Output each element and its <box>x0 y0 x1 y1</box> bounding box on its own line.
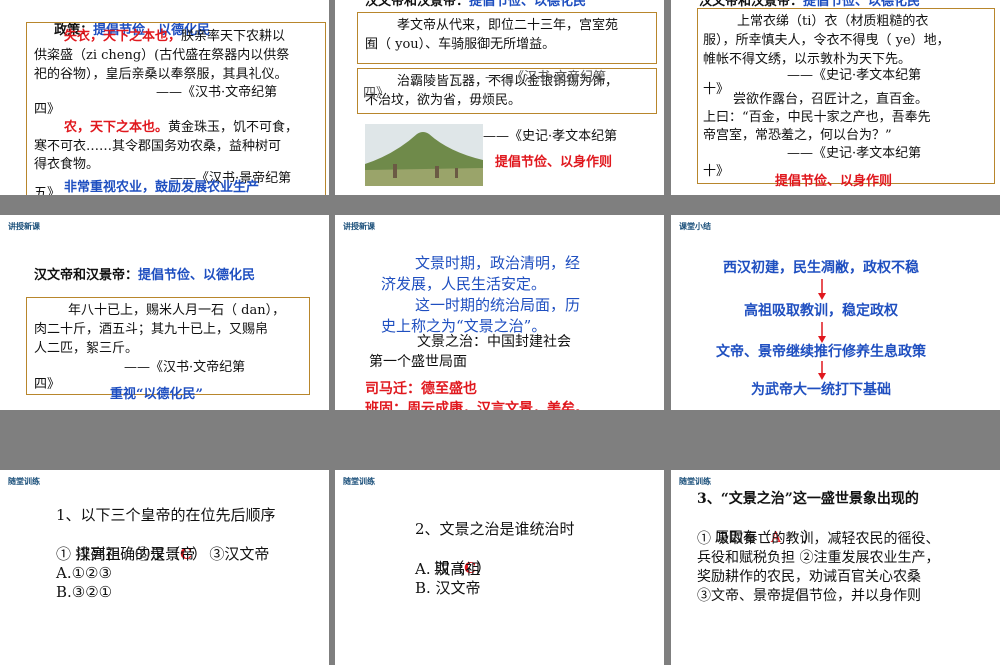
quote-line: 得衣食物。 <box>34 157 100 172</box>
source-line: 十》 <box>703 82 730 97</box>
source-line: ——《史记·孝文本纪第 <box>483 129 618 144</box>
slide-header: 随堂训练 <box>343 477 375 486</box>
arrow-down-icon <box>818 279 826 300</box>
summary-line: 济发展，人民生活安定。 <box>381 275 547 293</box>
mound-landscape-icon <box>365 124 483 186</box>
summary-note: 提倡节俭、以身作则 <box>495 155 613 170</box>
summary-note: 提倡节俭、以身作则 <box>775 174 893 189</box>
question-text: 3、“文景之治”这一盛世景象出现的 <box>697 491 919 507</box>
quote-line: 服），所幸慎夫人，令衣不得曳（ ye）地， <box>703 33 950 48</box>
summary-note: 非常重视农业，鼓励发展农业生产 <box>64 180 260 195</box>
slide-title: 汉文帝和汉景帝：提倡节俭、以德化民 <box>34 268 256 283</box>
slide-4: 讲授新课 汉文帝和汉景帝：提倡节俭、以德化民 年八十已上，赐米人月一石（ dan… <box>0 215 329 410</box>
question-options: ① 汉高祖 ②汉景帝 ③汉文帝 <box>56 545 270 563</box>
slide-6: 课堂小结 西汉初建，民生凋敝，政权不稳 高祖吸取教训，稳定政权 文帝、景帝继续推… <box>671 215 1000 410</box>
quote-line: 供粢盛（zi cheng）(古代盛在祭器内以供祭 <box>34 48 290 63</box>
choice-a: A.①②③ <box>56 564 112 582</box>
choice-a: A. 汉高祖 <box>415 560 481 578</box>
quote-line: 上常衣绨（ti）衣（材质粗糙的衣 <box>737 14 929 29</box>
definition-line: 文景之治：中国封建社会 <box>417 334 571 350</box>
quote-line: 失衣，天下之本也，朕亲率天下农耕以 <box>64 29 286 44</box>
slide-title: 汉文帝和汉景帝：提倡节俭、以德化民 <box>365 0 587 9</box>
slide-3: 汉文帝和汉景帝：提倡节俭、以德化民 上常衣绨（ti）衣（材质粗糙的衣 服），所幸… <box>671 0 1000 195</box>
slide-header: 随堂训练 <box>8 477 40 486</box>
source-line: 四》 <box>34 377 61 392</box>
slide-2: 汉文帝和汉景帝：提倡节俭、以德化民 孝文帝从代来，即位二十三年，宫室苑 囿（ y… <box>335 0 664 195</box>
summary-note: 重视“以德化民” <box>110 387 203 402</box>
question-text: 2、文景之治是谁统治时 <box>415 520 575 538</box>
quote-sima-qian: 司马迁：德至盛也 <box>365 381 477 397</box>
arrow-down-icon <box>818 361 826 380</box>
quote-line: 人二匹，絮三斤。 <box>34 341 139 356</box>
source-line: ——《史记·孝文本纪第 <box>787 146 922 161</box>
slide-9: 随堂训练 3、“文景之治”这一盛世景象出现的 原因有（A） ① 吸取秦亡的教训，… <box>671 470 1000 665</box>
choice-line: ① 吸取秦亡的教训，减轻农民的徭役、 <box>697 531 940 547</box>
question-text: 1、以下三个皇帝的在位先后顺序 <box>56 506 276 524</box>
quote-line: 农，天下之本也。黄金珠玉，饥不可食， <box>64 120 299 135</box>
source-line: 五》 <box>34 186 61 195</box>
flow-step: 高祖吸取教训，稳定政权 <box>744 303 898 319</box>
quote-line: 年八十已上，赐米人月一石（ dan）， <box>68 303 286 318</box>
choice-line: 兵役和赋税负担 ②注重发展农业生产， <box>697 550 940 566</box>
flow-step: 为武帝大一统打下基础 <box>751 382 891 398</box>
source-line: ——《史记·孝文本纪第 <box>787 68 922 83</box>
quote-line: 肉二十斤，酒五斗；其九十已上，又赐帛 <box>34 322 269 337</box>
source-line: ——《汉书·文帝纪第 <box>156 85 278 100</box>
summary-line: 文景时期，政治清明，经 <box>415 254 581 272</box>
source-line: ——《汉书·文帝纪第 <box>485 70 607 85</box>
tomb-photo <box>365 124 483 186</box>
slide-7: 随堂训练 1、以下三个皇帝的在位先后顺序 排列正确的是（C） ① 汉高祖 ②汉景… <box>0 470 329 665</box>
quote-line: 孝文帝从代来，即位二十三年，宫室苑 <box>397 18 619 33</box>
slide-1: 政策：提倡节俭、以德化民 失衣，天下之本也，朕亲率天下农耕以 供粢盛（zi ch… <box>0 0 329 195</box>
source-line: 四》 <box>363 86 390 101</box>
quote-line: 上曰：“百金，中民十家之产也，吾奉先 <box>703 110 931 125</box>
choice-b: B.③②① <box>56 583 113 601</box>
source-line: ——《汉书·文帝纪第 <box>124 360 246 375</box>
choice-b: B. 汉文帝 <box>415 579 481 597</box>
arrow-down-icon <box>818 322 826 343</box>
choice-line: 奖励耕作的农民，劝诫百官关心农桑 <box>697 569 921 585</box>
slide-5: 讲授新课 文景时期，政治清明，经 济发展，人民生活安定。 这一时期的统治局面，历… <box>335 215 664 410</box>
quote-line: 囿（ you）、车骑服御无所增益。 <box>365 37 556 52</box>
definition-line: 第一个盛世局面 <box>369 354 467 370</box>
flow-step: 西汉初建，民生凋敝，政权不稳 <box>723 260 919 276</box>
slide-header: 讲授新课 <box>8 222 40 231</box>
slide-header: 课堂小结 <box>679 222 711 231</box>
flow-step: 文帝、景帝继续推行修养生息政策 <box>716 344 926 360</box>
slide-8: 随堂训练 2、文景之治是谁统治时 期（C） A. 汉高祖 B. 汉文帝 <box>335 470 664 665</box>
slide-header: 讲授新课 <box>343 222 375 231</box>
choice-line: ③文帝、景帝提倡节俭，并以身作则 <box>697 588 921 604</box>
quote-line: 帝宫室，常恐羞之，何以台为？” <box>703 128 892 143</box>
source-line: 十》 <box>703 164 730 179</box>
quote-line: 祀的谷物），皇后亲桑以奉祭服，其具礼仪。 <box>34 67 288 82</box>
source-line: 四》 <box>34 102 61 117</box>
slide-header: 随堂训练 <box>679 477 711 486</box>
quote-line: 尝欲作露台，召匠计之，直百金。 <box>733 92 929 107</box>
summary-line: 这一时期的统治局面，历 <box>415 296 581 314</box>
quote-ban-gu: 班固：周云成康，汉言文景，美矣。 <box>365 401 589 410</box>
quote-line: 寒不可衣……其令郡国务劝农桑，益种树可 <box>34 139 282 154</box>
